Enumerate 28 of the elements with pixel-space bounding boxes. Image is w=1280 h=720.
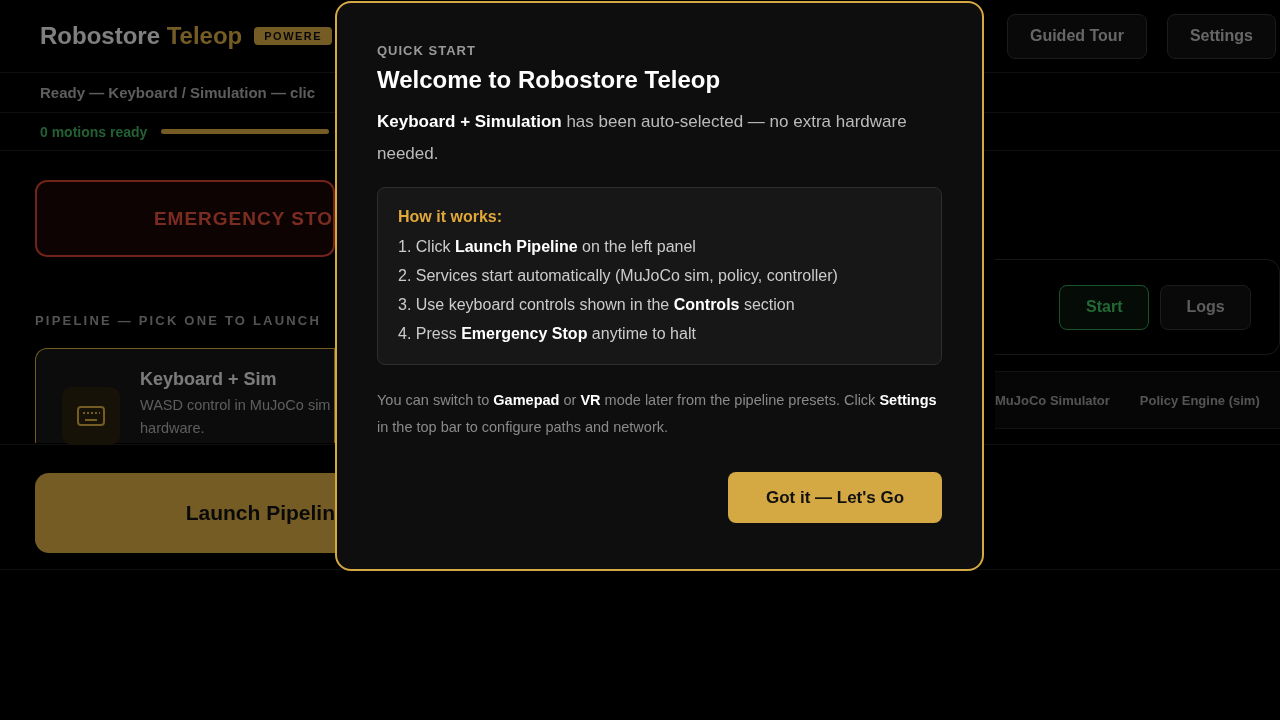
step-text: 1. Click Launch Pipeline on the left panel bbox=[398, 237, 697, 257]
step-text: 4. Press Emergency Stop anytime to halt bbox=[398, 324, 697, 344]
modal-eyebrow: QUICK START bbox=[377, 43, 477, 58]
app-logo: Robostore Teleop bbox=[40, 22, 243, 50]
step-text: 3. Use keyboard controls shown in the Controls section bbox=[398, 295, 796, 315]
toolbar-button[interactable]: Guided Tour bbox=[1006, 13, 1147, 59]
panel-heading: How it works: bbox=[398, 208, 503, 226]
toolbar-button[interactable]: Settings bbox=[1166, 13, 1276, 59]
launch-pipeline-button[interactable]: Launch Pipelin bbox=[35, 473, 335, 553]
section-heading: PIPELINE — PICK ONE TO LAUNCH bbox=[35, 313, 323, 328]
emergency-stop-button[interactable]: EMERGENCY STO bbox=[35, 180, 335, 257]
modal-note: You can switch to Gamepad or VR mode later from the pipeline presets. Click Settings in the top bar to configure paths and network. bbox=[377, 391, 938, 437]
preset-description: hardware. bbox=[140, 419, 206, 438]
preset-title: Keyboard + Sim bbox=[140, 369, 278, 390]
start-button[interactable]: Start bbox=[1059, 284, 1150, 330]
modal-intro: Keyboard + Simulation has been auto-selected — no extra hardware needed. bbox=[377, 111, 908, 165]
preset-description: WASD control in MuJoCo sim bbox=[140, 396, 331, 415]
badge: POWERE bbox=[254, 27, 333, 45]
motions-count: 0 motions ready bbox=[40, 123, 148, 140]
status-text: Ready — Keyboard / Simulation — clic bbox=[40, 84, 316, 101]
service-tab[interactable]: Policy Engine (sim) bbox=[1139, 392, 1260, 408]
modal-title: Welcome to Robostore Teleop bbox=[377, 66, 722, 94]
preset-card[interactable]: Keyboard + Sim WASD control in MuJoCo sim hardware. bbox=[35, 348, 335, 443]
logs-button[interactable]: Logs bbox=[1160, 284, 1251, 330]
confirm-button[interactable]: Got it — Let's Go bbox=[728, 472, 942, 523]
keyboard-icon bbox=[62, 387, 120, 445]
service-tab[interactable]: MuJoCo Simulator bbox=[995, 392, 1110, 408]
step-text: 2. Services start automatically (MuJoCo sim, policy, controller) bbox=[398, 266, 839, 286]
